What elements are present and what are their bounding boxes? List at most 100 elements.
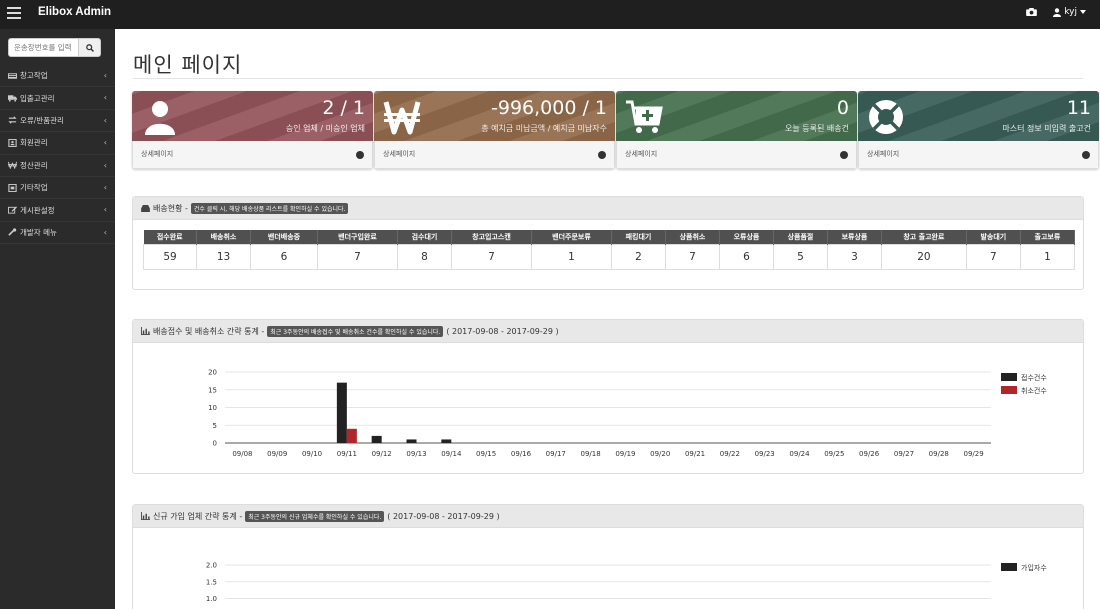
status-count-cell[interactable]: 1 [530, 243, 612, 270]
status-count-cell[interactable]: 7 [317, 243, 398, 270]
column-header: 발송대기 [966, 230, 1021, 244]
sidebar-item-board-settings[interactable]: 게시판설정 ‹ [0, 199, 115, 222]
sidebar-item-label: 회원관리 [20, 138, 48, 148]
camera-icon[interactable] [1026, 8, 1038, 16]
legend-label: 접수건수 [1021, 373, 1047, 382]
sidebar-item-label: 게시판설정 [20, 205, 55, 215]
status-count-cell[interactable]: 2 [610, 243, 666, 270]
x-tick-label: 09/21 [685, 450, 705, 458]
column-header: 상품품절 [773, 230, 828, 244]
chevron-left-icon: ‹ [103, 71, 107, 80]
sidebar-item-developer[interactable]: 개발자 메뉴 ‹ [0, 222, 115, 245]
detail-link-text: 상세페이지 [625, 150, 658, 158]
x-tick-label: 09/24 [789, 450, 810, 458]
x-tick-label: 09/22 [720, 450, 740, 458]
delivery-status-panel: 배송현황 - 건수 클릭 시, 해당 배송상품 리스트를 확인하실 수 있습니다… [132, 196, 1084, 290]
status-count-cell[interactable]: 6 [250, 243, 318, 270]
legend-label: 취소건수 [1021, 386, 1047, 395]
stat-card-missing-master: 11 마스터 정보 미입력 출고건 상세페이지 [858, 91, 1099, 169]
sidebar-menu: 창고작업 ‹ 입출고관리 ‹ 오류/반품관리 ‹ 회원관리 ‹ 정산관리 ‹ 기… [0, 65, 115, 245]
sidebar-item-inout[interactable]: 입출고관리 ‹ [0, 87, 115, 110]
sidebar-item-members[interactable]: 회원관리 ‹ [0, 132, 115, 155]
column-header: 창고 출고완료 [881, 230, 967, 244]
user-menu[interactable]: kyj [1053, 7, 1086, 17]
panel-heading: 배송현황 - 건수 클릭 시, 해당 배송상품 리스트를 확인하실 수 있습니다… [133, 197, 1083, 220]
lifebuoy-icon [869, 100, 903, 134]
status-count-cell[interactable]: 7 [664, 243, 720, 270]
table-row: 59 13 6 7 8 7 1 2 7 6 5 3 20 7 1 [143, 243, 1076, 270]
bar-접수건수[interactable] [441, 439, 452, 443]
x-tick-label: 09/16 [511, 450, 532, 458]
panel-hint: 최근 3주동안의 배송접수 및 배송취소 건수를 확인하실 수 있습니다. [267, 325, 444, 337]
legend-swatch [1001, 386, 1017, 394]
status-count-cell[interactable]: 7 [965, 243, 1021, 270]
page-title: 메인 페이지 [133, 53, 243, 77]
sidebar-item-misc[interactable]: 기타작업 ‹ [0, 177, 115, 200]
detail-link-text: 상세페이지 [141, 150, 174, 158]
title-divider [133, 78, 1083, 79]
bar-접수건수[interactable] [406, 439, 417, 443]
status-count-cell[interactable]: 59 [143, 243, 197, 270]
x-tick-label: 09/19 [615, 450, 635, 458]
edit-icon [8, 206, 17, 214]
date-range: ( 2017-09-08 - 2017-09-29 ) [387, 511, 500, 521]
sidebar-item-label: 오류/반품관리 [20, 115, 64, 125]
status-count-cell[interactable]: 13 [196, 243, 251, 270]
column-header: 창고입고스캔 [451, 230, 532, 244]
stat-detail-link[interactable]: 상세페이지 [374, 141, 615, 169]
status-count-cell[interactable]: 1 [1019, 243, 1076, 270]
stat-card-deposit: -996,000 / 1 총 예치금 미납금액 / 예치금 미납자수 상세페이지 [374, 91, 615, 169]
y-tick-label: 0 [213, 440, 217, 448]
stat-label: 오늘 등록된 배송건 [785, 124, 849, 133]
panel-title: 신규 가입 업체 간략 통계 - [153, 511, 243, 521]
brand-title[interactable]: Elibox Admin [38, 6, 111, 18]
delivery-bar-chart: 0 5 10 15 20 09/08 09/09 09/10 09/11 09/12 09/13 09… [208, 369, 1047, 459]
stat-detail-link[interactable]: 상세페이지 [858, 141, 1099, 169]
sidebar-item-settlement[interactable]: 정산관리 ‹ [0, 155, 115, 177]
x-tick-label: 09/28 [929, 450, 949, 458]
bar-취소건수[interactable] [346, 428, 357, 443]
username: kyj [1064, 7, 1077, 17]
column-header: 출고보류 [1020, 230, 1076, 244]
bar-접수건수[interactable] [336, 382, 347, 443]
y-tick-label: 2.0 [206, 562, 217, 570]
bar-접수건수[interactable] [371, 435, 382, 443]
y-tick-label: 15 [208, 386, 217, 394]
stat-detail-link[interactable]: 상세페이지 [132, 141, 373, 169]
status-count-cell[interactable]: 3 [826, 243, 882, 270]
y-tick-label: 1.5 [206, 578, 217, 586]
hamburger-menu-icon[interactable] [7, 7, 21, 19]
misc-icon [8, 183, 17, 192]
exchange-icon [8, 116, 17, 125]
search-input[interactable] [8, 38, 79, 57]
column-header: 밴더구입완료 [317, 230, 398, 244]
sidebar: 창고작업 ‹ 입출고관리 ‹ 오류/반품관리 ‹ 회원관리 ‹ 정산관리 ‹ 기… [0, 29, 115, 609]
x-tick-label: 09/11 [337, 450, 357, 458]
status-count-cell[interactable]: 7 [450, 243, 532, 270]
status-count-cell[interactable]: 20 [880, 243, 967, 270]
chevron-left-icon: ‹ [103, 182, 107, 192]
status-count-cell[interactable]: 5 [772, 243, 828, 270]
stat-detail-link[interactable]: 상세페이지 [616, 141, 857, 169]
chevron-left-icon: ‹ [103, 160, 107, 170]
x-tick-label: 09/15 [476, 450, 496, 458]
sidebar-item-error-return[interactable]: 오류/반품관리 ‹ [0, 110, 115, 133]
panel-heading: 신규 가입 업체 간략 통계 - 최근 3주동안의 신규 업체수를 확인하실 수… [133, 505, 1083, 528]
cart-add-icon [626, 100, 663, 133]
sidebar-item-warehouse[interactable]: 창고작업 ‹ [0, 65, 115, 88]
y-tick-label: 5 [213, 422, 217, 430]
delivery-stats-chart-panel: 배송접수 및 배송취소 간략 통계 - 최근 3주동안의 배송접수 및 배송취소… [132, 319, 1084, 474]
y-tick-label: 1.0 [206, 595, 217, 603]
y-tick-label: 10 [208, 404, 217, 412]
x-tick-label: 09/09 [267, 450, 287, 458]
status-count-cell[interactable]: 8 [396, 243, 452, 270]
search-button[interactable] [79, 38, 101, 57]
x-tick-label: 09/17 [546, 450, 566, 458]
x-tick-label: 09/29 [963, 450, 983, 458]
status-count-cell[interactable]: 6 [718, 243, 774, 270]
panel-hint: 건수 클릭 시, 해당 배송상품 리스트를 확인하실 수 있습니다. [190, 202, 349, 214]
chevron-left-icon: ‹ [103, 205, 107, 215]
delivery-status-table: 접수완료 배송취소 밴더배송중 밴더구입완료 검수대기 창고입고스캔 밴더주문보류 패킹대기 상… [143, 230, 1076, 270]
panel-title: 배송현황 - [153, 203, 188, 213]
search-icon [85, 43, 94, 52]
